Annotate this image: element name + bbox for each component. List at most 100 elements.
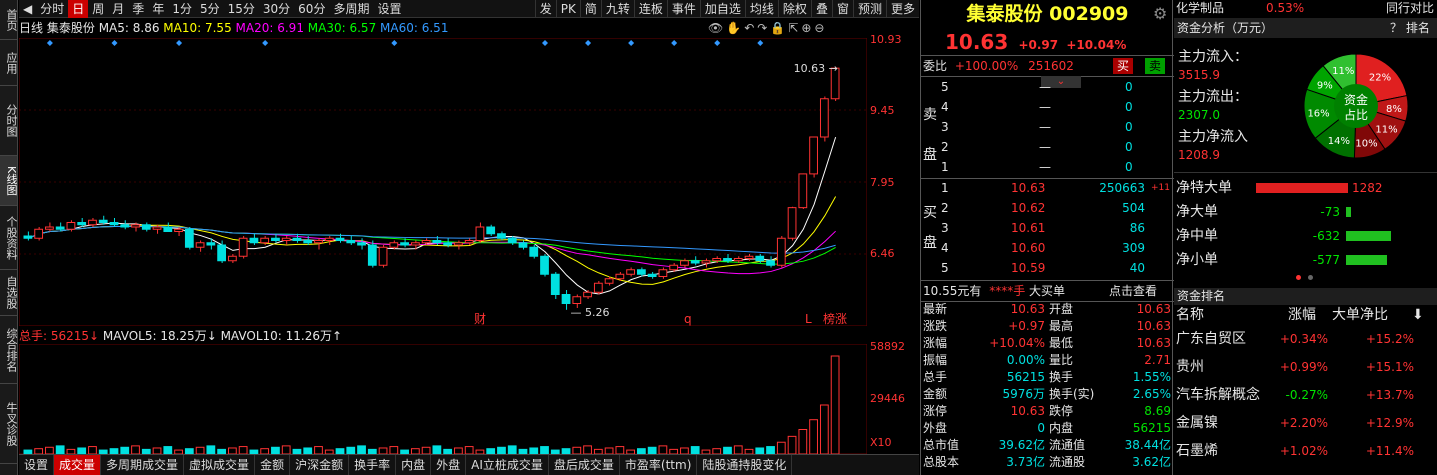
period-9[interactable]: 30分 (259, 0, 294, 18)
zoom-out-icon[interactable]: ⊖ (814, 21, 827, 35)
redo-icon[interactable]: ↷ (757, 21, 770, 35)
menu-arrow-icon[interactable]: ◀ (19, 0, 36, 18)
gear-icon[interactable]: ⚙ (1153, 0, 1167, 28)
candle-body (206, 242, 216, 246)
indicator-tab-9[interactable]: AI立桩成交量 (466, 455, 549, 475)
rank-row[interactable]: 广东自贸区 +0.34% +15.2% (1174, 326, 1437, 354)
period-8[interactable]: 15分 (224, 0, 259, 18)
left-tab-3[interactable]: K线图 (0, 156, 18, 206)
left-tab-0[interactable]: 首页 (0, 0, 18, 40)
period-5[interactable]: 年 (148, 0, 168, 18)
rank-col-pct[interactable]: 涨幅 (1288, 305, 1316, 325)
bid-row[interactable]: 2 10.62 504 (921, 198, 1174, 218)
left-tab-7[interactable]: 牛叉诊股 (0, 384, 18, 464)
stat-label: 最新 (923, 302, 948, 316)
period-10[interactable]: 60分 (294, 0, 329, 18)
indicator-tab-5[interactable]: 沪深金额 (290, 455, 350, 475)
period-12[interactable]: 设置 (373, 0, 405, 18)
bid-level: 2 (941, 201, 949, 215)
indicator-tab-4[interactable]: 金额 (255, 455, 291, 475)
view-big-order-link[interactable]: 点击查看 (1109, 281, 1157, 301)
stat-label: 跌停 (1049, 404, 1074, 418)
rank-col-name[interactable]: 名称 (1176, 305, 1204, 325)
indicator-tab-3[interactable]: 虚拟成交量 (184, 455, 256, 475)
page-dots[interactable] (1294, 275, 1324, 283)
bid-row[interactable]: 3 10.61 86 (921, 218, 1174, 238)
big-order-label: 大买单 (1029, 284, 1066, 298)
left-tab-2[interactable]: 分时图 (0, 86, 18, 156)
zoom-in-icon[interactable]: ⊕ (801, 21, 814, 35)
candle-body (400, 242, 409, 246)
ask-row[interactable]: 4 — 0 (921, 97, 1174, 117)
peer-compare-link[interactable]: 同行对比 (1386, 0, 1434, 16)
left-tab-1[interactable]: 应用 (0, 40, 18, 86)
candlestick-chart[interactable]: 10.63 → — 5.26 财 q L 榜涨 (19, 38, 867, 326)
indicator-tab-10[interactable]: 盘后成交量 (549, 455, 620, 475)
indicator-tab-11[interactable]: 市盈率(ttm) (620, 455, 698, 475)
ask-row[interactable]: 3 — 0 (921, 117, 1174, 137)
toolbar-item-12[interactable]: 更多 (885, 0, 919, 18)
undo-icon[interactable]: ↶ (744, 21, 757, 35)
rank-row[interactable]: 汽车拆解概念 -0.27% +13.7% (1174, 382, 1437, 410)
volume-bar (658, 445, 668, 454)
eye-icon[interactable]: 👁 (708, 21, 726, 35)
indicator-tab-0[interactable]: 设置 (19, 455, 55, 475)
cursor-icon[interactable]: ⇱ (788, 21, 801, 35)
ask-row[interactable]: 5 — 0 (921, 77, 1174, 97)
period-2[interactable]: 周 (88, 0, 108, 18)
toolbar-item-5[interactable]: 事件 (666, 0, 700, 18)
period-4[interactable]: 季 (128, 0, 148, 18)
hand-icon[interactable]: ✋ (726, 21, 744, 35)
rank-row[interactable]: 贵州 +0.99% +15.1% (1174, 354, 1437, 382)
sell-button[interactable]: 卖 (1145, 58, 1166, 74)
big-order-row[interactable]: 10.55元有 ****手 大买单 点击查看 (921, 281, 1174, 301)
buy-button[interactable]: 买 (1113, 58, 1134, 74)
candle-body (303, 240, 313, 244)
toolbar-item-2[interactable]: 简 (579, 0, 601, 18)
toolbar-item-11[interactable]: 预测 (852, 0, 886, 18)
lock-icon[interactable]: 🔒 (770, 21, 788, 35)
sort-desc-icon[interactable]: ⬇ (1412, 305, 1424, 325)
period-11[interactable]: 多周期 (329, 0, 373, 18)
toolbar-item-9[interactable]: 叠 (810, 0, 832, 18)
toolbar-item-0[interactable]: 发 (534, 0, 556, 18)
candle-body (335, 237, 345, 241)
rank-row[interactable]: 金属镍 +2.20% +12.9% (1174, 410, 1437, 438)
bid-row[interactable]: 1 10.63 250663 +11 (921, 178, 1174, 198)
stat-row: 最新 10.63 开盘 10.63 (921, 301, 1174, 318)
left-tab-5[interactable]: 自选股 (0, 270, 18, 316)
period-0[interactable]: 分时 (36, 0, 68, 18)
toolbar-item-6[interactable]: 加自选 (699, 0, 745, 18)
ask-row[interactable]: 1 — 0 (921, 157, 1174, 177)
toolbar-item-1[interactable]: PK (555, 0, 580, 18)
period-6[interactable]: 1分 (168, 0, 196, 18)
indicator-tab-6[interactable]: 换手率 (349, 455, 397, 475)
left-tab-6[interactable]: 综合排名 (0, 316, 18, 384)
ask-row[interactable]: 2 — 0 (921, 137, 1174, 157)
toolbar-item-3[interactable]: 九转 (600, 0, 634, 18)
toolbar-item-4[interactable]: 连板 (633, 0, 667, 18)
bid-row[interactable]: 5 10.59 40 (921, 258, 1174, 278)
indicator-tab-8[interactable]: 外盘 (431, 455, 467, 475)
fund-rank-link[interactable]: ？ 排名 (1390, 18, 1430, 38)
sector-row: 化学制品 0.53% 同行对比 (1174, 0, 1437, 16)
sector-name[interactable]: 化学制品 (1176, 1, 1224, 15)
volume-bar (819, 404, 829, 454)
bid-row[interactable]: 4 10.60 309 (921, 238, 1174, 258)
indicator-tab-7[interactable]: 内盘 (396, 455, 432, 475)
rank-row[interactable]: 石墨烯 +1.02% +11.4% (1174, 438, 1437, 466)
indicator-tab-1[interactable]: 成交量 (54, 455, 102, 475)
period-3[interactable]: 月 (108, 0, 128, 18)
toolbar-item-8[interactable]: 除权 (777, 0, 811, 18)
period-7[interactable]: 5分 (196, 0, 224, 18)
period-1[interactable]: 日 (68, 0, 89, 18)
candle-body (378, 246, 388, 266)
indicator-tab-12[interactable]: 陆股通持股变化 (697, 455, 793, 475)
toolbar-item-7[interactable]: 均线 (744, 0, 778, 18)
rank-col-net[interactable]: 大单净比 (1332, 305, 1388, 325)
volume-chart[interactable] (19, 344, 867, 454)
indicator-tab-2[interactable]: 多周期成交量 (101, 455, 185, 475)
quote-stats: 最新 10.63 开盘 10.63 涨跌 +0.97 最高 10.63 涨幅 +10.04% 最低 1… (921, 301, 1174, 475)
toolbar-item-10[interactable]: 窗 (831, 0, 853, 18)
left-tab-4[interactable]: 个股资料 (0, 206, 18, 270)
